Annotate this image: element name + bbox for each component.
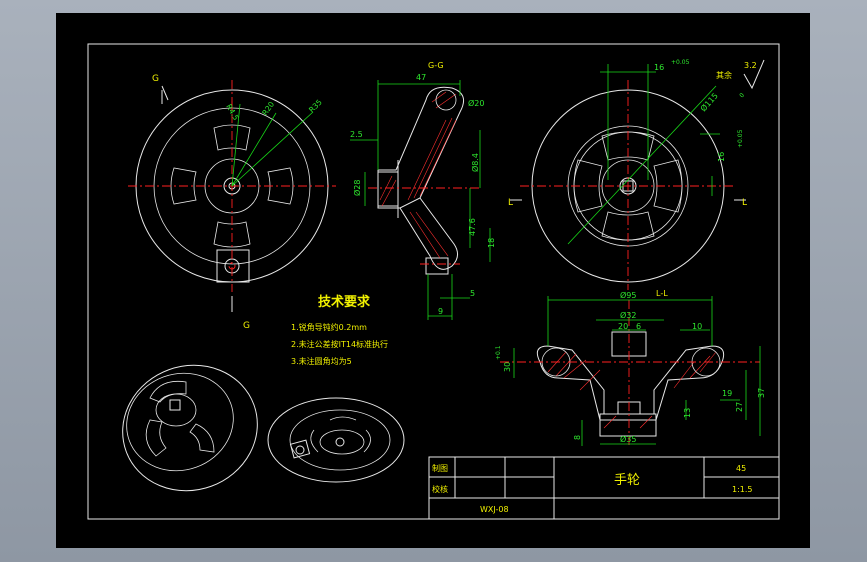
dim-47: 47 [416,73,426,82]
dim-19: 19 [722,389,732,398]
tech-requirement-3: 3.未注圆角均为5 [291,356,352,366]
dim-30-tol: +0.1 [495,345,502,360]
title-block-material: 45 [736,464,746,473]
dim-d35: Ø35 [620,434,636,444]
dim-9: 9 [438,307,443,316]
tech-requirement-1: 1.锐角导钝约0.2mm [291,322,367,332]
dim-5: 5 [470,289,475,298]
section-gg-label: G-G [428,61,444,70]
dim-20: 20 [618,322,628,331]
dim-47-6: 47.6 [468,218,477,236]
dim-6: 6 [636,322,641,331]
section-ll-label: L-L [656,289,668,298]
title-block-drawn-by: 制图 [432,463,448,473]
dim-13: 13 [683,408,692,418]
dim-10: 10 [692,322,702,331]
tech-requirement-2: 2.未注公差按IT14标准执行 [291,339,388,349]
dim-d32: Ø32 [620,310,636,320]
dim-d95: Ø95 [620,290,636,300]
section-mark-l-left: L [508,198,513,208]
drawing-canvas: G G R35 R20 R4.5 G-G 47 Ø20 2.5 Ø28 Ø8.4… [56,13,810,548]
section-mark-l-right: L [742,198,747,208]
title-block-drawing-no: WXJ-08 [480,505,509,514]
dim-2-5: 2.5 [350,130,363,139]
dim-d28: Ø28 [352,180,362,196]
tech-requirements-title: 技术要求 [318,294,371,310]
dim-16-right: 16 [717,152,726,162]
dim-d20: Ø20 [468,98,484,108]
dim-8: 8 [573,435,582,440]
cad-viewport: G G R35 R20 R4.5 G-G 47 Ø20 2.5 Ø28 Ø8.4… [0,0,867,562]
dim-d8-4: Ø8.4 [470,153,480,172]
title-block-scale: 1:1.5 [732,485,753,494]
title-block-part-name: 手轮 [614,473,640,488]
dim-37: 37 [757,388,766,398]
dim-16-top-tol: +0.05 [671,59,690,66]
section-mark-g-top: G [152,74,159,84]
roughness-value: 3.2 [744,61,757,70]
title-block-checked-by: 校核 [432,484,448,494]
roughness-rest-label: 其余 [716,70,732,80]
dim-18: 18 [487,238,496,248]
dim-16-right-tol: +0.05 [737,129,744,148]
dim-27: 27 [735,402,744,412]
dim-30: 30 [503,362,512,372]
section-mark-g-bottom: G [243,321,250,331]
dim-16-top: 16 [654,63,664,72]
